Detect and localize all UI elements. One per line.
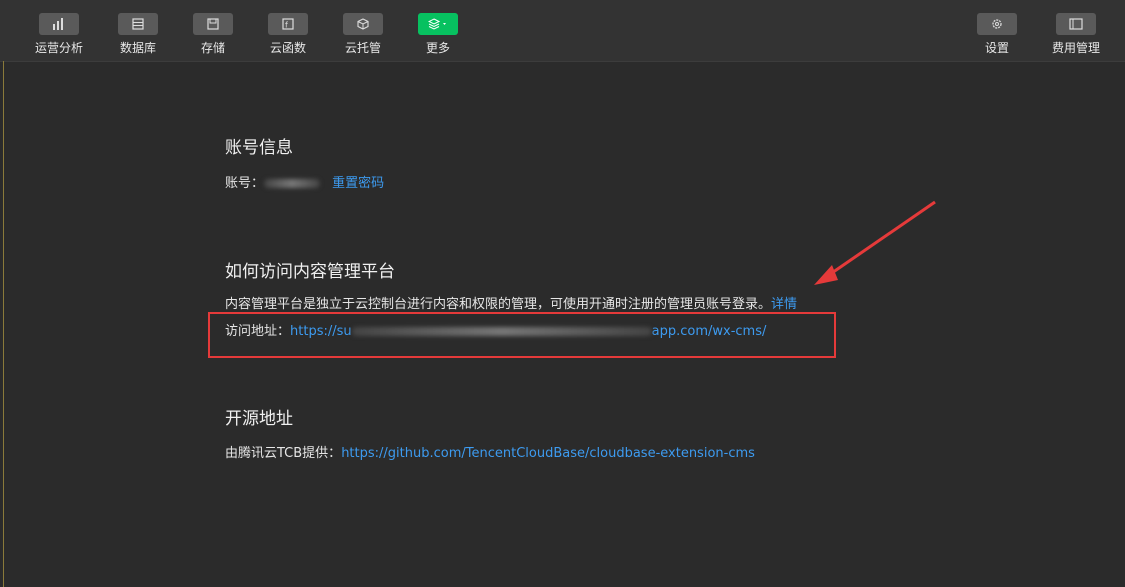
annotation-arrow [814, 200, 936, 285]
